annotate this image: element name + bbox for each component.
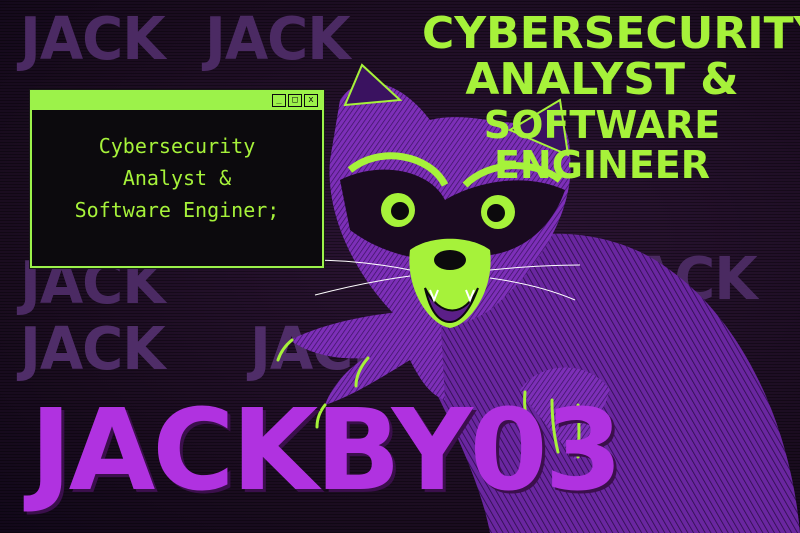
brand-name: JACKBY03 — [30, 386, 623, 516]
poster: JACK JACK JACK JACK JACK JACK — [0, 0, 800, 533]
raccoon-nose — [434, 250, 466, 270]
terminal-line: Cybersecurity — [98, 134, 256, 158]
title-line: ANALYST & — [465, 54, 739, 105]
terminal-line: Software Enginer; — [74, 198, 280, 222]
minimize-icon[interactable]: _ — [272, 94, 286, 107]
bg-word: JACK — [20, 5, 166, 74]
title-line: CYBERSECURITY — [422, 8, 800, 59]
terminal-line: Analyst & — [122, 166, 232, 190]
terminal-window: _ □ x Cybersecurity Analyst & Software E… — [30, 90, 324, 268]
close-icon[interactable]: x — [304, 94, 318, 107]
title-line: ENGINEER — [493, 143, 711, 187]
bg-word: JACK — [20, 315, 166, 384]
terminal-titlebar: _ □ x — [32, 92, 322, 112]
raccoon-left-ear — [343, 63, 403, 107]
title-block: CYBERSECURITY ANALYST & SOFTWARE ENGINEE… — [422, 8, 800, 187]
terminal-body: Cybersecurity Analyst & Software Enginer… — [32, 112, 322, 226]
title-line: SOFTWARE — [483, 103, 721, 147]
maximize-icon[interactable]: □ — [288, 94, 302, 107]
